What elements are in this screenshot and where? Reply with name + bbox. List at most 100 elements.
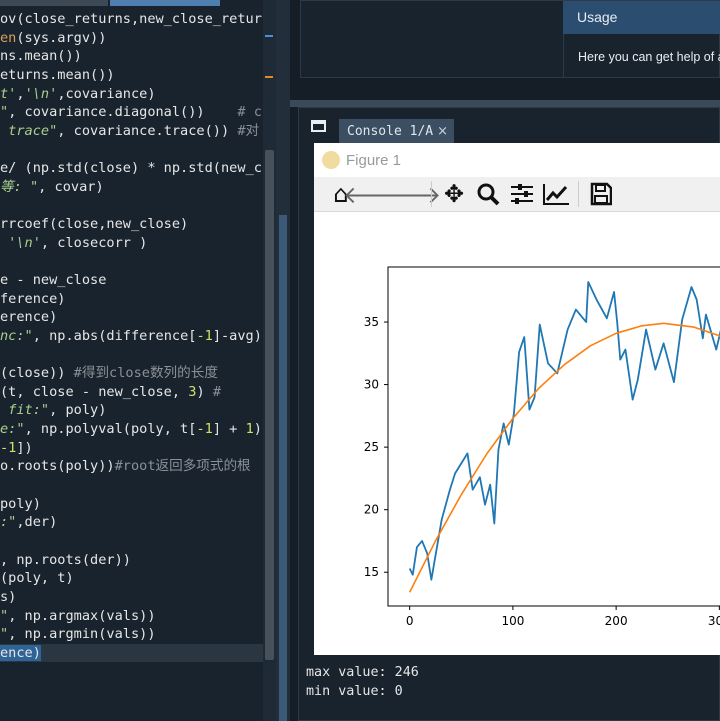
y-tick-label: 20: [364, 503, 379, 517]
code-token: , covar): [38, 178, 104, 195]
code-line[interactable]: [0, 532, 263, 551]
code-token: ): [196, 383, 213, 400]
code-line[interactable]: [0, 476, 263, 495]
figure-title: Figure 1: [346, 151, 402, 169]
scroll-marker: [265, 35, 273, 37]
code-line[interactable]: [0, 252, 263, 271]
code-line[interactable]: rrcoef(close,new_close): [0, 215, 263, 234]
code-token: (poly, t): [0, 570, 74, 587]
zoom-icon[interactable]: [473, 180, 503, 208]
code-line[interactable]: ence): [0, 643, 263, 663]
scroll-marker: [265, 76, 273, 78]
code-token: ): [253, 421, 262, 438]
editor-scrollbar[interactable]: [263, 0, 276, 721]
code-line[interactable]: 等: ", covar): [0, 178, 263, 197]
code-line[interactable]: e - new_close: [0, 271, 263, 290]
tab-label: Console 1/A: [347, 124, 434, 139]
code-token: '\n': [24, 85, 58, 102]
code-editor[interactable]: ov(close_returns,new_close_retur en(sys.a…: [0, 0, 263, 721]
toolbar-divider: [578, 181, 579, 207]
code-line[interactable]: ", np.argmin(vals)): [0, 625, 263, 644]
code-line[interactable]: ov(close_returns,new_close_retur: [0, 10, 263, 29]
code-token: # c: [237, 104, 262, 121]
code-token: ence): [0, 644, 41, 661]
code-line[interactable]: o.roots(poly))#root返回多项式的根: [0, 457, 263, 476]
code-line[interactable]: e:", np.polyval(poly, t[-1] + 1): [0, 420, 263, 439]
code-line[interactable]: [0, 196, 263, 215]
code-line[interactable]: ", covariance.diagonal()) # c: [0, 103, 263, 122]
console-output: max value: 246 min value: 0: [306, 664, 419, 701]
code-line[interactable]: (t, close - new_close, 3) #: [0, 383, 263, 402]
code-line[interactable]: trace", covariance.trace()) #对: [0, 122, 263, 141]
tab-console[interactable]: Console 1/A ×: [339, 119, 454, 144]
editor-tab[interactable]: [0, 0, 108, 6]
y-tick-label: 15: [364, 565, 379, 579]
code-line[interactable]: erence): [0, 308, 263, 327]
code-line[interactable]: [0, 346, 263, 365]
code-lines[interactable]: ov(close_returns,new_close_retur en(sys.a…: [0, 10, 263, 663]
code-token: , np.roots(der)): [0, 551, 131, 568]
code-line[interactable]: ", np.argmax(vals)): [0, 607, 263, 626]
code-line[interactable]: (poly, t): [0, 569, 263, 588]
forward-arrow-icon[interactable]: 🡒: [377, 180, 441, 209]
code-line[interactable]: , np.roots(der)): [0, 551, 263, 570]
code-token: t': [0, 85, 17, 102]
code-token: ": [0, 626, 9, 643]
code-line[interactable]: s): [0, 588, 263, 607]
code-line[interactable]: [0, 140, 263, 159]
code-token: ference): [0, 290, 66, 307]
code-token: e:": [0, 421, 25, 438]
code-token: '\n': [0, 234, 41, 251]
code-token: fit:": [0, 402, 50, 419]
y-tick-label: 30: [364, 378, 379, 392]
edit-axes-icon[interactable]: [541, 180, 571, 208]
output-line: min value: 0: [306, 683, 403, 699]
scrollbar-thumb[interactable]: [279, 215, 287, 721]
close-icon[interactable]: ×: [437, 124, 448, 139]
code-token: -1: [0, 439, 17, 456]
pane-scrollbar[interactable]: [276, 0, 290, 721]
code-token: erence): [0, 309, 58, 326]
code-line[interactable]: poly): [0, 495, 263, 514]
scrollbar-thumb[interactable]: [265, 150, 274, 660]
code-token: ]-avg): [212, 327, 262, 344]
x-tick-label: 300: [708, 614, 720, 628]
figure-titlebar[interactable]: Figure 1: [314, 143, 720, 177]
code-token: ,: [16, 85, 25, 102]
code-token: ,covariance): [57, 85, 156, 102]
matplotlib-icon: [322, 151, 340, 169]
code-token: , covariance.trace()): [57, 122, 238, 139]
code-token: ov(close_returns,new_close_retur: [0, 11, 262, 27]
window-icon[interactable]: [311, 120, 326, 132]
code-token: #对: [237, 122, 260, 139]
code-token: en: [0, 29, 17, 46]
help-pane: Usage Here you can get help of a: [300, 0, 720, 78]
save-icon[interactable]: [586, 180, 616, 208]
plot-area[interactable]: 0 100 200 300 15 20 25 30 35: [314, 213, 720, 655]
configure-subplots-icon[interactable]: [507, 180, 537, 208]
code-token: ": [0, 607, 9, 624]
code-line[interactable]: e/ (np.std(close) * np.std(new_c: [0, 159, 263, 178]
code-line[interactable]: -1]): [0, 439, 263, 458]
figure-window[interactable]: Figure 1 ⌂ 🡐 🡒 ✥ 0 100 200 300 15 20 25 30 35: [314, 143, 720, 655]
code-token: ,der): [16, 514, 58, 531]
code-line[interactable]: en(sys.argv)): [0, 29, 263, 48]
code-token: , covariance.diagonal()): [8, 104, 238, 121]
code-line[interactable]: fit:", poly): [0, 401, 263, 420]
code-token: rrcoef(close,new_close): [0, 216, 189, 233]
code-line[interactable]: ns.mean()): [0, 47, 263, 66]
output-line: max value: 246: [306, 665, 419, 680]
code-line[interactable]: :",der): [0, 513, 263, 532]
code-line[interactable]: ference): [0, 290, 263, 309]
code-line[interactable]: nc:", np.abs(difference[-1]-avg): [0, 327, 263, 346]
editor-tab-active[interactable]: [110, 0, 220, 6]
code-token: , poly): [49, 402, 107, 419]
code-line[interactable]: '\n', closecorr ): [0, 234, 263, 253]
code-line[interactable]: (close)) #得到close数列的长度: [0, 364, 263, 383]
x-tick-label: 0: [406, 614, 414, 628]
pane-splitter[interactable]: [290, 100, 720, 107]
x-tick-label: 200: [605, 614, 628, 628]
code-line[interactable]: eturns.mean()): [0, 66, 263, 85]
code-line[interactable]: t','\n',covariance): [0, 85, 263, 104]
pan-icon[interactable]: ✥: [439, 180, 469, 208]
